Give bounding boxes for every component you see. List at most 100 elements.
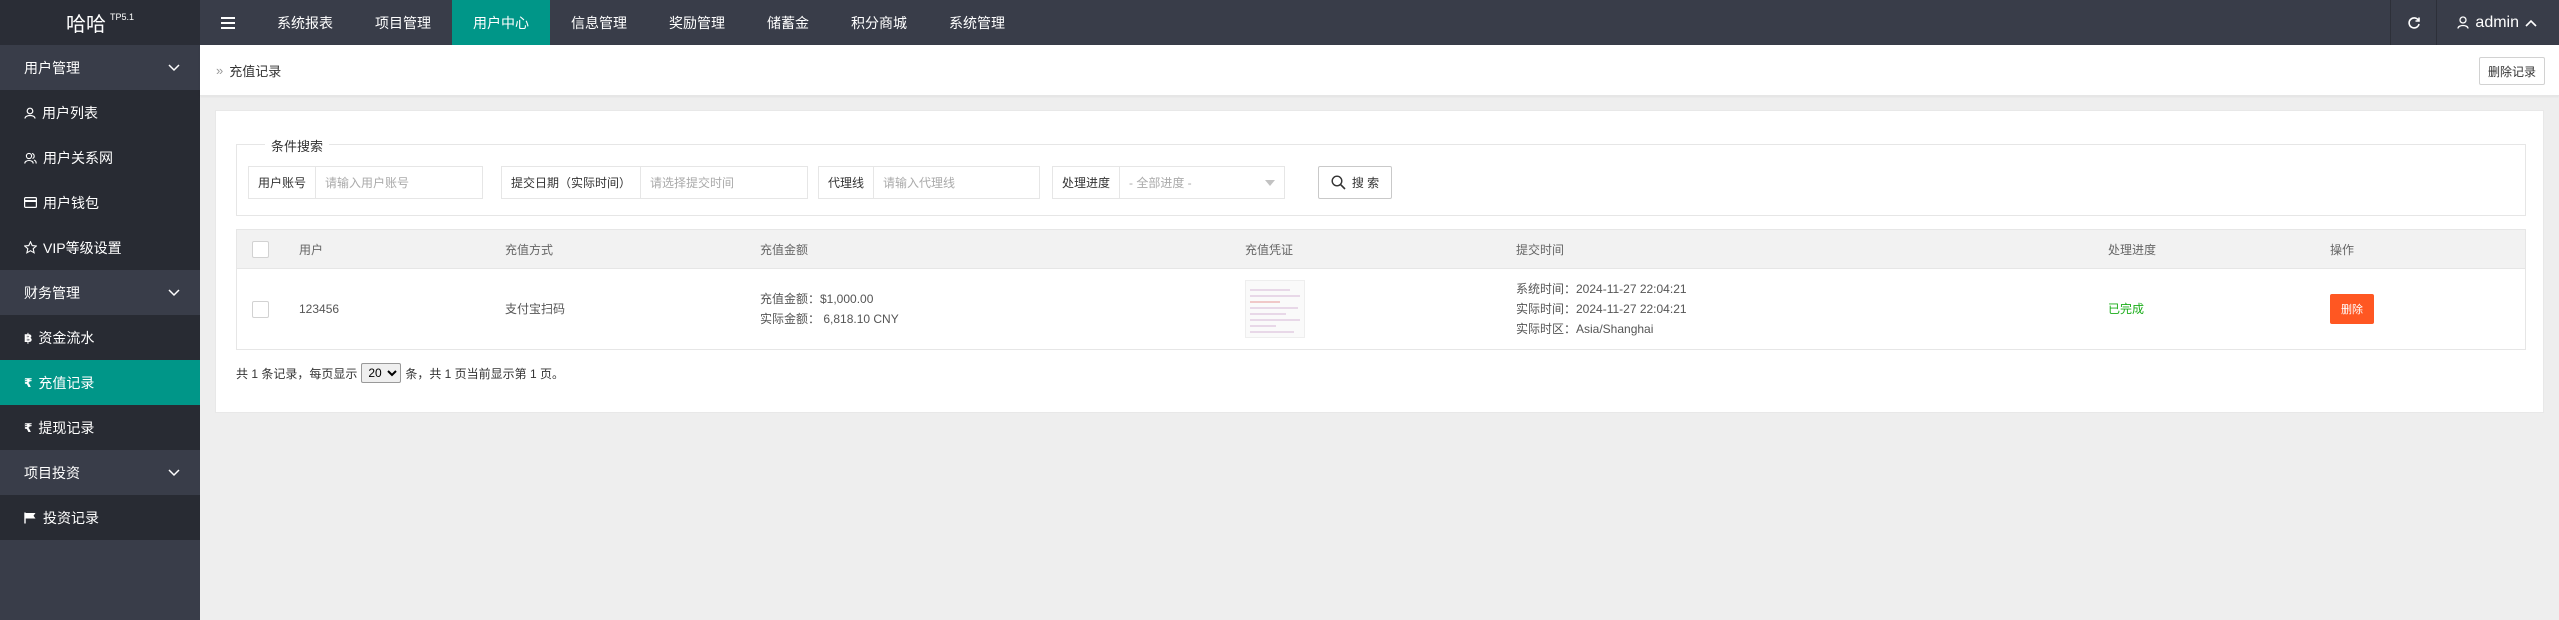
col-header-amount: 充值金额 bbox=[760, 243, 809, 257]
submit-date-input[interactable]: 请选择提交时间 bbox=[641, 167, 743, 198]
breadcrumb-current: 充值记录 bbox=[229, 64, 282, 79]
rupee-icon: ₹ bbox=[24, 375, 33, 390]
sidebar-item-label: 提现记录 bbox=[38, 419, 95, 436]
sidebar-group-label: 项目投资 bbox=[24, 464, 80, 481]
sidebar-item-label: 用户关系网 bbox=[43, 149, 113, 166]
user-account-label: 用户账号 bbox=[249, 167, 317, 198]
nav-item-rewards[interactable]: 奖励管理 bbox=[648, 0, 746, 45]
select-all-checkbox[interactable] bbox=[252, 241, 269, 258]
row-select-cell bbox=[252, 269, 269, 349]
voucher-thumbnail[interactable] bbox=[1245, 280, 1305, 338]
table-header: 用户 充值方式 充值金额 充值凭证 提交时间 处理进度 操作 bbox=[237, 230, 2525, 269]
breadcrumb: » 充值记录 bbox=[216, 45, 281, 96]
nav-item-system[interactable]: 系统管理 bbox=[928, 0, 1026, 45]
progress-filter: 处理进度 - 全部进度 - bbox=[1052, 166, 1285, 199]
progress-select[interactable]: - 全部进度 - bbox=[1120, 167, 1284, 198]
nav-item-info[interactable]: 信息管理 bbox=[550, 0, 648, 45]
sidebar-item-label: 用户列表 bbox=[42, 104, 98, 121]
nav-item-points-mall[interactable]: 积分商城 bbox=[830, 0, 928, 45]
col-header-method: 充值方式 bbox=[505, 243, 554, 257]
hamburger-icon bbox=[221, 16, 235, 29]
sidebar-item-label: 投资记录 bbox=[43, 509, 99, 526]
nav-item-user-center[interactable]: 用户中心 bbox=[452, 0, 550, 45]
progress-select-value: - 全部进度 - bbox=[1129, 176, 1192, 190]
sidebar-group-investment[interactable]: 项目投资 bbox=[0, 450, 200, 495]
card-icon bbox=[24, 197, 37, 208]
caret-down-icon bbox=[1265, 179, 1275, 186]
col-header-user: 用户 bbox=[299, 243, 324, 257]
content-card: 条件搜索 用户账号 请输入用户账号 提交日期（实际时间） 请选择提交时间 代理线… bbox=[215, 110, 2544, 413]
logo-text: 哈哈 bbox=[65, 14, 106, 36]
user-account-input[interactable]: 请输入用户账号 bbox=[316, 167, 418, 198]
delete-records-button[interactable]: 删除记录 bbox=[2478, 57, 2545, 85]
refresh-icon bbox=[2408, 16, 2420, 29]
sidebar-item-withdraw-records[interactable]: ₹ 提现记录 bbox=[0, 405, 200, 450]
search-fieldset: 条件搜索 用户账号 请输入用户账号 提交日期（实际时间） 请选择提交时间 代理线… bbox=[236, 136, 2526, 216]
submit-date-filter: 提交日期（实际时间） 请选择提交时间 bbox=[501, 166, 808, 199]
pager-prefix: 共 1 条记录，每页显示 bbox=[236, 366, 358, 381]
bitcoin-icon: ฿ bbox=[24, 330, 33, 345]
top-nav: 系统报表 项目管理 用户中心 信息管理 奖励管理 储蓄金 积分商城 系统管理 bbox=[256, 0, 1026, 45]
nav-item-projects[interactable]: 项目管理 bbox=[354, 0, 452, 45]
nav-item-savings[interactable]: 储蓄金 bbox=[746, 0, 830, 45]
users-icon bbox=[24, 152, 37, 164]
search-legend: 条件搜索 bbox=[265, 136, 330, 155]
sidebar-item-user-wallet[interactable]: 用户钱包 bbox=[0, 180, 200, 225]
chevron-up-icon bbox=[2525, 19, 2537, 27]
refresh-button[interactable] bbox=[2390, 0, 2436, 45]
rupee-icon: ₹ bbox=[24, 420, 33, 435]
star-icon bbox=[24, 241, 37, 254]
sidebar-item-user-list[interactable]: 用户列表 bbox=[0, 90, 200, 135]
cell-amount: 充值金额：$1,000.00 实际金额： 6,818.10 CNY bbox=[760, 269, 899, 349]
sidebar-item-fund-flow[interactable]: ฿ 资金流水 bbox=[0, 315, 200, 360]
actual-timezone: 实际时区：Asia/Shanghai bbox=[1516, 322, 1654, 336]
search-button-label: 搜 索 bbox=[1351, 176, 1380, 190]
agent-line-input[interactable]: 请输入代理线 bbox=[874, 167, 964, 198]
chevron-down-icon bbox=[168, 468, 180, 476]
col-header-voucher: 充值凭证 bbox=[1245, 243, 1294, 257]
actual-amount: 实际金额： 6,818.10 CNY bbox=[760, 312, 899, 326]
user-icon bbox=[2457, 16, 2470, 29]
nav-item-reports[interactable]: 系统报表 bbox=[256, 0, 354, 45]
progress-label: 处理进度 bbox=[1053, 167, 1121, 198]
cell-action: 删除 bbox=[2330, 269, 2374, 349]
page-size-select[interactable]: 20 bbox=[361, 363, 402, 383]
sidebar-item-recharge-records[interactable]: ₹ 充值记录 bbox=[0, 360, 200, 405]
col-header-action: 操作 bbox=[2330, 243, 2355, 257]
app-logo[interactable]: 哈哈 TP5.1 bbox=[0, 0, 200, 45]
version-label: TP5.1 bbox=[109, 11, 134, 22]
sidebar-item-vip-settings[interactable]: VIP等级设置 bbox=[0, 225, 200, 270]
agent-line-label: 代理线 bbox=[819, 167, 875, 198]
user-account-filter: 用户账号 请输入用户账号 bbox=[248, 166, 483, 199]
pager-suffix: 条，共 1 页当前显示第 1 页。 bbox=[405, 366, 565, 381]
row-checkbox[interactable] bbox=[252, 300, 269, 318]
cell-submit-time: 系统时间：2024-11-27 22:04:21 实际时间：2024-11-27… bbox=[1516, 269, 1687, 349]
sidebar-item-label: 用户钱包 bbox=[43, 194, 99, 211]
menu-toggle-button[interactable] bbox=[200, 0, 256, 45]
sidebar-group-finance[interactable]: 财务管理 bbox=[0, 270, 200, 315]
sidebar-item-investment-records[interactable]: 投资记录 bbox=[0, 495, 200, 540]
col-header-submit-time: 提交时间 bbox=[1516, 243, 1565, 257]
sidebar-group-user-management[interactable]: 用户管理 bbox=[0, 45, 200, 90]
breadcrumb-bar: » 充值记录 删除记录 bbox=[200, 45, 2559, 96]
pagination-info: 共 1 条记录，每页显示 20 条，共 1 页当前显示第 1 页。 bbox=[236, 363, 564, 383]
chevron-down-icon bbox=[168, 63, 180, 71]
sidebar-item-label: 资金流水 bbox=[38, 329, 95, 346]
sidebar: 用户管理 用户列表 用户关系网 用户钱包 VIP等级设置 财务管理 ฿ 资金流水… bbox=[0, 45, 200, 620]
cell-method: 支付宝扫码 bbox=[505, 302, 566, 316]
flag-icon bbox=[24, 512, 36, 523]
cell-voucher bbox=[1245, 269, 1305, 349]
chevron-down-icon bbox=[168, 288, 180, 296]
select-all-cell bbox=[252, 230, 269, 269]
sidebar-item-label: 充值记录 bbox=[38, 374, 95, 391]
sidebar-item-label: VIP等级设置 bbox=[43, 239, 122, 256]
user-menu[interactable]: admin bbox=[2436, 0, 2559, 45]
sidebar-group-label: 财务管理 bbox=[24, 284, 80, 301]
delete-button[interactable]: 删除 bbox=[2330, 294, 2374, 324]
top-bar: 哈哈 TP5.1 系统报表 项目管理 用户中心 信息管理 奖励管理 储蓄金 积分商… bbox=[0, 0, 2559, 45]
sidebar-item-user-network[interactable]: 用户关系网 bbox=[0, 135, 200, 180]
double-chevron-icon: » bbox=[216, 63, 224, 78]
search-button[interactable]: 搜 索 bbox=[1318, 166, 1392, 199]
agent-line-filter: 代理线 请输入代理线 bbox=[818, 166, 1040, 199]
sidebar-group-label: 用户管理 bbox=[24, 59, 80, 76]
